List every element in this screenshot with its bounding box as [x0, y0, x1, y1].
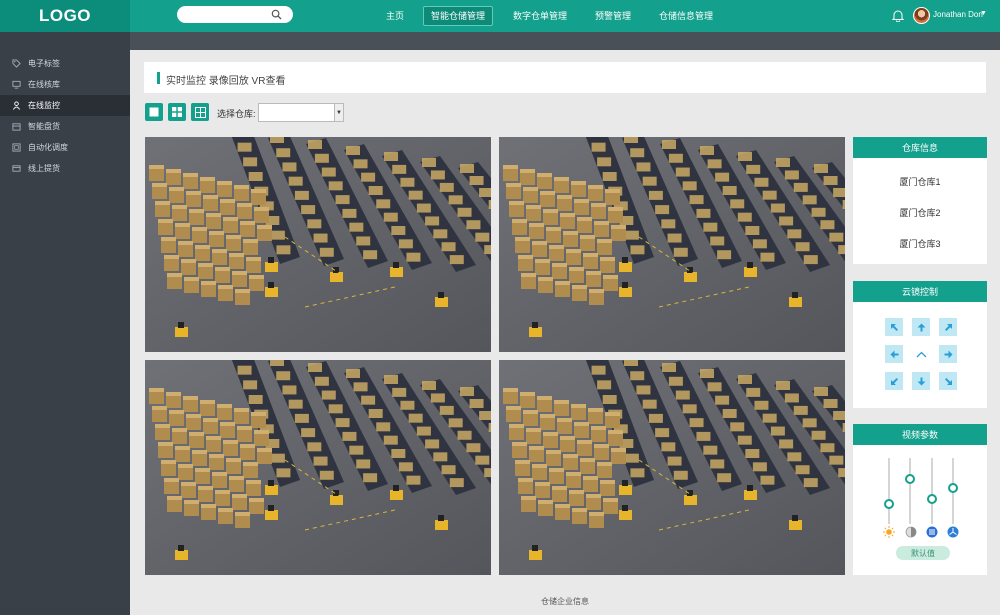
- single-view-icon: [149, 107, 159, 117]
- chevron-down-icon[interactable]: ▼: [334, 104, 343, 121]
- sidebar-item-online-pickup[interactable]: 线上提货: [0, 158, 130, 179]
- layout-1-button[interactable]: [145, 103, 163, 121]
- ptz-up-button[interactable]: [912, 318, 930, 336]
- warehouse-camera-image: [499, 360, 845, 575]
- nav-alerts[interactable]: 预警管理: [590, 6, 636, 26]
- warehouse-select-label: 选择仓库:: [217, 109, 256, 119]
- avatar[interactable]: [913, 7, 930, 24]
- video-feed[interactable]: [499, 137, 845, 352]
- search-icon[interactable]: [271, 9, 282, 20]
- sidebar-item-online-check[interactable]: 在线核库: [0, 74, 130, 95]
- arrow-right-icon: [944, 350, 952, 358]
- ptz-down-left-button[interactable]: [885, 372, 903, 390]
- arrow-left-icon: [890, 350, 898, 358]
- ptz-up-right-button[interactable]: [939, 318, 957, 336]
- layout-grid-button[interactable]: [191, 103, 209, 121]
- card-icon: [12, 165, 21, 172]
- saturation-slider-handle[interactable]: [927, 493, 937, 504]
- sidebar-item-label: 在线监控: [28, 101, 60, 110]
- breadcrumb: 实时监控 录像回放 VR查看: [144, 62, 986, 93]
- logo[interactable]: LOGO: [0, 0, 130, 32]
- arrow-down-left-icon: [890, 377, 898, 385]
- sidebar-item-rfid[interactable]: 电子标签: [0, 53, 130, 74]
- footer-text: 仓储企业信息: [541, 597, 589, 606]
- nav-digital-receipt[interactable]: 数字仓单管理: [508, 6, 572, 26]
- saturation-slider[interactable]: [931, 458, 933, 524]
- sidebar-item-label: 智能盘货: [28, 122, 60, 131]
- search-input[interactable]: [177, 6, 293, 23]
- warehouse-select[interactable]: ▼: [258, 103, 344, 122]
- warehouse-item[interactable]: 厦门仓库2: [853, 206, 987, 219]
- arrow-up-right-icon: [944, 323, 952, 331]
- brightness-slider[interactable]: [888, 458, 890, 524]
- grid-view-icon: [194, 106, 206, 118]
- ptz-up-left-button[interactable]: [885, 318, 903, 336]
- sidebar-item-label: 线上提货: [28, 164, 60, 173]
- ptz-right-button[interactable]: [939, 345, 957, 363]
- panel-title: 仓库信息: [853, 137, 987, 158]
- arrow-down-icon: [917, 377, 925, 385]
- schedule-icon: [12, 143, 21, 152]
- sidebar-item-auto-schedule[interactable]: 自动化调度: [0, 137, 130, 158]
- quad-view-icon: [172, 107, 182, 117]
- video-feed[interactable]: [145, 360, 491, 575]
- sub-header-strip: [130, 32, 1000, 50]
- monitor-icon: [12, 80, 21, 89]
- breadcrumb-accent: [157, 72, 160, 84]
- ptz-left-button[interactable]: [885, 345, 903, 363]
- saturation-icon: [926, 526, 938, 538]
- hue-slider-handle[interactable]: [948, 482, 958, 493]
- chevron-down-icon[interactable]: ▼: [980, 10, 987, 17]
- reset-default-button[interactable]: 默认值: [896, 546, 950, 560]
- video-feed[interactable]: [145, 137, 491, 352]
- tag-icon: [12, 59, 21, 68]
- ptz-center-button[interactable]: [912, 345, 930, 363]
- arrow-up-icon: [917, 323, 925, 331]
- top-bar: LOGO 主页 智能仓储管理 数字仓单管理 预警管理 仓储信息管理 Jonath…: [0, 0, 1000, 32]
- sidebar-item-online-monitor[interactable]: 在线监控: [0, 95, 130, 116]
- people-icon: [12, 101, 21, 110]
- panel-title: 云镜控制: [853, 281, 987, 302]
- contrast-icon: [905, 526, 917, 538]
- chevron-up-icon: [916, 351, 926, 357]
- username[interactable]: Jonathan Don: [933, 10, 983, 19]
- warehouse-camera-image: [499, 137, 845, 352]
- panel-title: 视频参数: [853, 424, 987, 445]
- layout-4-button[interactable]: [168, 103, 186, 121]
- sidebar-item-label: 自动化调度: [28, 143, 68, 152]
- warehouse-camera-image: [145, 360, 491, 575]
- ptz-down-button[interactable]: [912, 372, 930, 390]
- arrow-up-left-icon: [890, 323, 898, 331]
- warehouse-info-panel: 仓库信息 厦门仓库1 厦门仓库2 厦门仓库3: [853, 137, 987, 264]
- warehouse-item[interactable]: 厦门仓库3: [853, 237, 987, 250]
- sidebar: 电子标签 在线核库 在线监控 智能盘货 自动化调度 线上提货: [0, 32, 130, 615]
- warehouse-camera-image: [145, 137, 491, 352]
- breadcrumb-text[interactable]: 实时监控 录像回放 VR查看: [166, 72, 285, 87]
- video-feed[interactable]: [499, 360, 845, 575]
- warehouse-item[interactable]: 厦门仓库1: [853, 175, 987, 188]
- sun-icon: [883, 526, 895, 538]
- hue-icon: [947, 526, 959, 538]
- arrow-down-right-icon: [944, 377, 952, 385]
- sidebar-item-smart-inventory[interactable]: 智能盘货: [0, 116, 130, 137]
- nav-smart-warehouse[interactable]: 智能仓储管理: [423, 6, 493, 26]
- ptz-down-right-button[interactable]: [939, 372, 957, 390]
- bell-icon[interactable]: [892, 9, 904, 22]
- sidebar-item-label: 在线核库: [28, 80, 60, 89]
- contrast-slider[interactable]: [909, 458, 911, 524]
- nav-warehouse-info[interactable]: 仓储信息管理: [655, 6, 717, 26]
- sidebar-item-label: 电子标签: [28, 59, 60, 68]
- box-icon: [12, 123, 21, 131]
- nav-home[interactable]: 主页: [378, 6, 412, 26]
